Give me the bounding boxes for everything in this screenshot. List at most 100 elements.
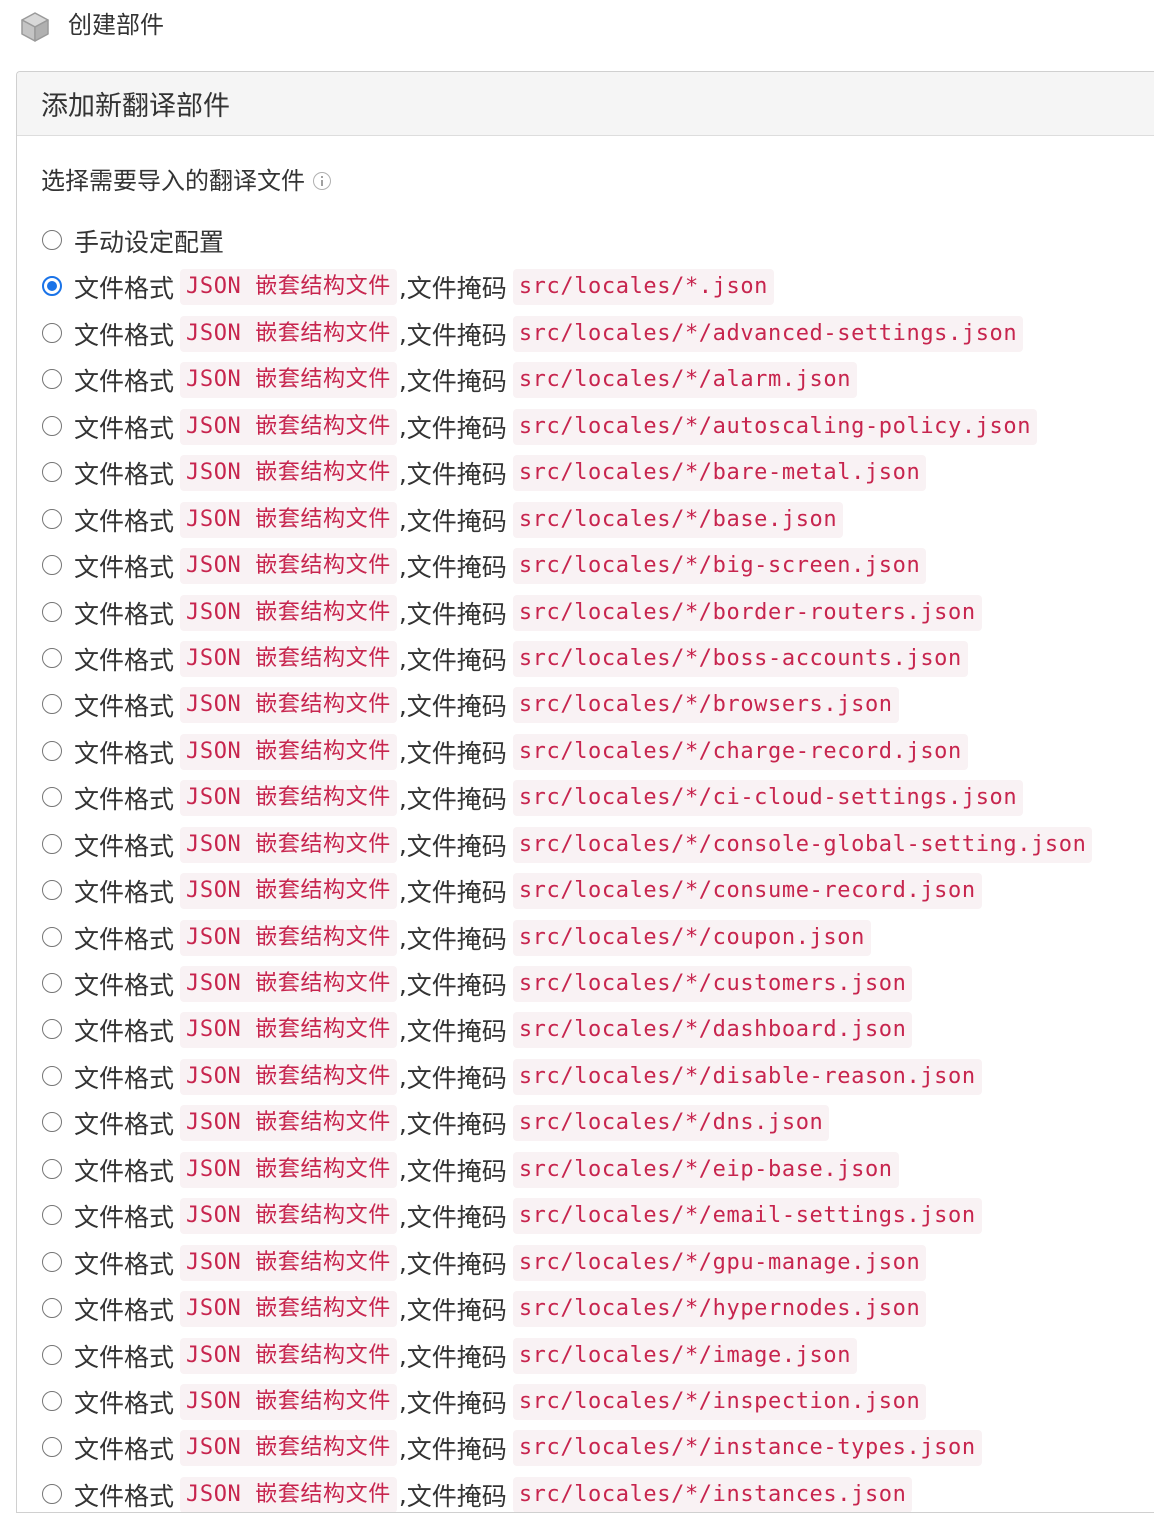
file-option[interactable]: 文件格式 JSON 嵌套结构文件, 文件掩码 src/locales/*/autosc…: [17, 404, 1154, 450]
radio-button[interactable]: [42, 1390, 62, 1411]
format-label: 文件格式: [74, 1388, 175, 1418]
file-option[interactable]: 文件格式 JSON 嵌套结构文件, 文件掩码 src/locales/*/charge…: [17, 729, 1154, 775]
radio-button[interactable]: [42, 740, 62, 761]
format-label: 文件格式: [74, 1063, 175, 1093]
mask-label: 文件掩码: [406, 692, 507, 722]
option-manual-config[interactable]: 手动设定配置: [17, 218, 1154, 264]
radio-button[interactable]: [42, 369, 62, 390]
file-option[interactable]: 文件格式 JSON 嵌套结构文件, 文件掩码 src/locales/*/instan…: [17, 1425, 1154, 1471]
radio-button[interactable]: [42, 462, 62, 483]
file-option[interactable]: 文件格式 JSON 嵌套结构文件, 文件掩码 src/locales/*/hypern…: [17, 1286, 1154, 1332]
panel-title: 添加新翻译部件: [41, 91, 230, 122]
mask-label: 文件掩码: [406, 1110, 507, 1140]
format-label: 文件格式: [74, 1435, 175, 1465]
format-value: JSON 嵌套结构文件: [180, 1012, 397, 1049]
separator: ,: [398, 1155, 407, 1185]
separator: ,: [398, 876, 407, 906]
format-label: 文件格式: [74, 506, 175, 536]
separator: ,: [398, 1480, 407, 1510]
mask-label: 文件掩码: [406, 506, 507, 536]
format-label: 文件格式: [74, 1296, 175, 1326]
format-label: 文件格式: [74, 367, 175, 397]
file-option[interactable]: 文件格式 JSON 嵌套结构文件, 文件掩码 src/locales/*/disabl…: [17, 1054, 1154, 1100]
file-option[interactable]: 文件格式 JSON 嵌套结构文件, 文件掩码 src/locales/*/custom…: [17, 961, 1154, 1007]
file-option[interactable]: 文件格式 JSON 嵌套结构文件, 文件掩码 src/locales/*/image.…: [17, 1333, 1154, 1379]
page-title: 创建部件: [68, 11, 164, 39]
radio-button[interactable]: [42, 694, 62, 715]
format-value: JSON 嵌套结构文件: [180, 1291, 397, 1328]
radio-button[interactable]: [42, 415, 62, 436]
file-mask-value: src/locales/*/email-settings.json: [512, 1198, 982, 1235]
separator: ,: [398, 412, 407, 442]
file-option[interactable]: 文件格式 JSON 嵌套结构文件, 文件掩码 src/locales/*/border…: [17, 590, 1154, 636]
format-label: 文件格式: [74, 274, 175, 304]
file-mask-value: src/locales/*/border-routers.json: [512, 594, 982, 631]
radio-button[interactable]: [42, 1437, 62, 1458]
file-option[interactable]: 文件格式 JSON 嵌套结构文件, 文件掩码 src/locales/*/bare-m…: [17, 450, 1154, 496]
info-icon[interactable]: [313, 172, 331, 190]
separator: ,: [398, 1341, 407, 1370]
radio-button[interactable]: [42, 1019, 62, 1040]
separator: ,: [398, 1387, 407, 1417]
radio-button[interactable]: [42, 601, 62, 622]
separator: ,: [398, 505, 407, 535]
radio-button[interactable]: [42, 555, 62, 576]
file-mask-value: src/locales/*/eip-base.json: [512, 1151, 899, 1188]
file-option[interactable]: 文件格式 JSON 嵌套结构文件, 文件掩码 src/locales/*/big-sc…: [17, 543, 1154, 589]
file-option[interactable]: 文件格式 JSON 嵌套结构文件, 文件掩码 src/locales/*/email-…: [17, 1193, 1154, 1239]
radio-button[interactable]: [42, 787, 62, 808]
file-option[interactable]: 文件格式 JSON 嵌套结构文件, 文件掩码 src/locales/*/gpu-ma…: [17, 1240, 1154, 1286]
mask-label: 文件掩码: [406, 1063, 507, 1093]
mask-label: 文件掩码: [406, 1342, 507, 1372]
radio-button[interactable]: [42, 1251, 62, 1272]
file-option[interactable]: 文件格式 JSON 嵌套结构文件, 文件掩码 src/locales/*/inspec…: [17, 1379, 1154, 1425]
radio-button[interactable]: [42, 508, 62, 529]
file-option[interactable]: 文件格式 JSON 嵌套结构文件, 文件掩码 src/locales/*/advanc…: [17, 311, 1154, 357]
separator: ,: [398, 272, 407, 302]
file-option[interactable]: 文件格式 JSON 嵌套结构文件, 文件掩码 src/locales/*/consol…: [17, 822, 1154, 868]
format-value: JSON 嵌套结构文件: [180, 1476, 397, 1512]
file-option[interactable]: 文件格式 JSON 嵌套结构文件, 文件掩码 src/locales/*/dns.js…: [17, 1100, 1154, 1146]
file-mask-value: src/locales/*/browsers.json: [512, 687, 899, 724]
file-option[interactable]: 文件格式 JSON 嵌套结构文件, 文件掩码 src/locales/*/alarm.…: [17, 357, 1154, 403]
mask-label: 文件掩码: [406, 1249, 507, 1279]
format-value: JSON 嵌套结构文件: [180, 1151, 397, 1188]
file-option[interactable]: 文件格式 JSON 嵌套结构文件, 文件掩码 src/locales/*/coupon…: [17, 915, 1154, 961]
radio-button[interactable]: [42, 1298, 62, 1319]
radio-button[interactable]: [42, 1065, 62, 1086]
separator: ,: [398, 1062, 407, 1092]
file-option[interactable]: 文件格式 JSON 嵌套结构文件, 文件掩码 src/locales/*/dashbo…: [17, 1007, 1154, 1053]
separator: ,: [398, 969, 407, 999]
file-option[interactable]: 文件格式 JSON 嵌套结构文件, 文件掩码 src/locales/*/consum…: [17, 868, 1154, 914]
radio-button[interactable]: [42, 230, 62, 250]
radio-button[interactable]: [42, 1205, 62, 1226]
format-value: JSON 嵌套结构文件: [180, 315, 397, 352]
radio-button[interactable]: [42, 647, 62, 668]
mask-label: 文件掩码: [406, 738, 507, 768]
format-label: 文件格式: [74, 924, 175, 954]
separator: ,: [398, 1248, 407, 1278]
format-value: JSON 嵌套结构文件: [180, 594, 397, 631]
radio-button[interactable]: [42, 973, 62, 993]
file-mask-value: src/locales/*/advanced-settings.json: [512, 315, 1024, 352]
radio-button[interactable]: [42, 322, 62, 343]
radio-button[interactable]: [42, 880, 62, 901]
file-option[interactable]: 文件格式 JSON 嵌套结构文件, 文件掩码 src/locales/*/ci-clo…: [17, 775, 1154, 821]
mask-label: 文件掩码: [406, 1388, 507, 1418]
file-option[interactable]: 文件格式 JSON 嵌套结构文件, 文件掩码 src/locales/*/boss-a…: [17, 636, 1154, 682]
radio-button[interactable]: [42, 1112, 62, 1133]
radio-button[interactable]: [42, 926, 62, 947]
file-option[interactable]: 文件格式 JSON 嵌套结构文件, 文件掩码 src/locales/*/instan…: [17, 1472, 1154, 1512]
file-option[interactable]: 文件格式 JSON 嵌套结构文件, 文件掩码 src/locales/*/base.j…: [17, 497, 1154, 543]
file-mask-value: src/locales/*/disable-reason.json: [512, 1058, 982, 1095]
file-option[interactable]: 文件格式 JSON 嵌套结构文件, 文件掩码 src/locales/*.json: [17, 264, 1154, 310]
radio-button[interactable]: [42, 1344, 62, 1365]
mask-label: 文件掩码: [406, 274, 507, 304]
radio-button[interactable]: [42, 276, 62, 297]
format-label: 文件格式: [74, 1110, 175, 1140]
radio-button[interactable]: [42, 1158, 62, 1179]
file-mask-value: src/locales/*/dns.json: [512, 1105, 830, 1142]
file-option[interactable]: 文件格式 JSON 嵌套结构文件, 文件掩码 src/locales/*/eip-ba…: [17, 1147, 1154, 1193]
radio-button[interactable]: [42, 833, 62, 854]
file-option[interactable]: 文件格式 JSON 嵌套结构文件, 文件掩码 src/locales/*/browse…: [17, 682, 1154, 728]
